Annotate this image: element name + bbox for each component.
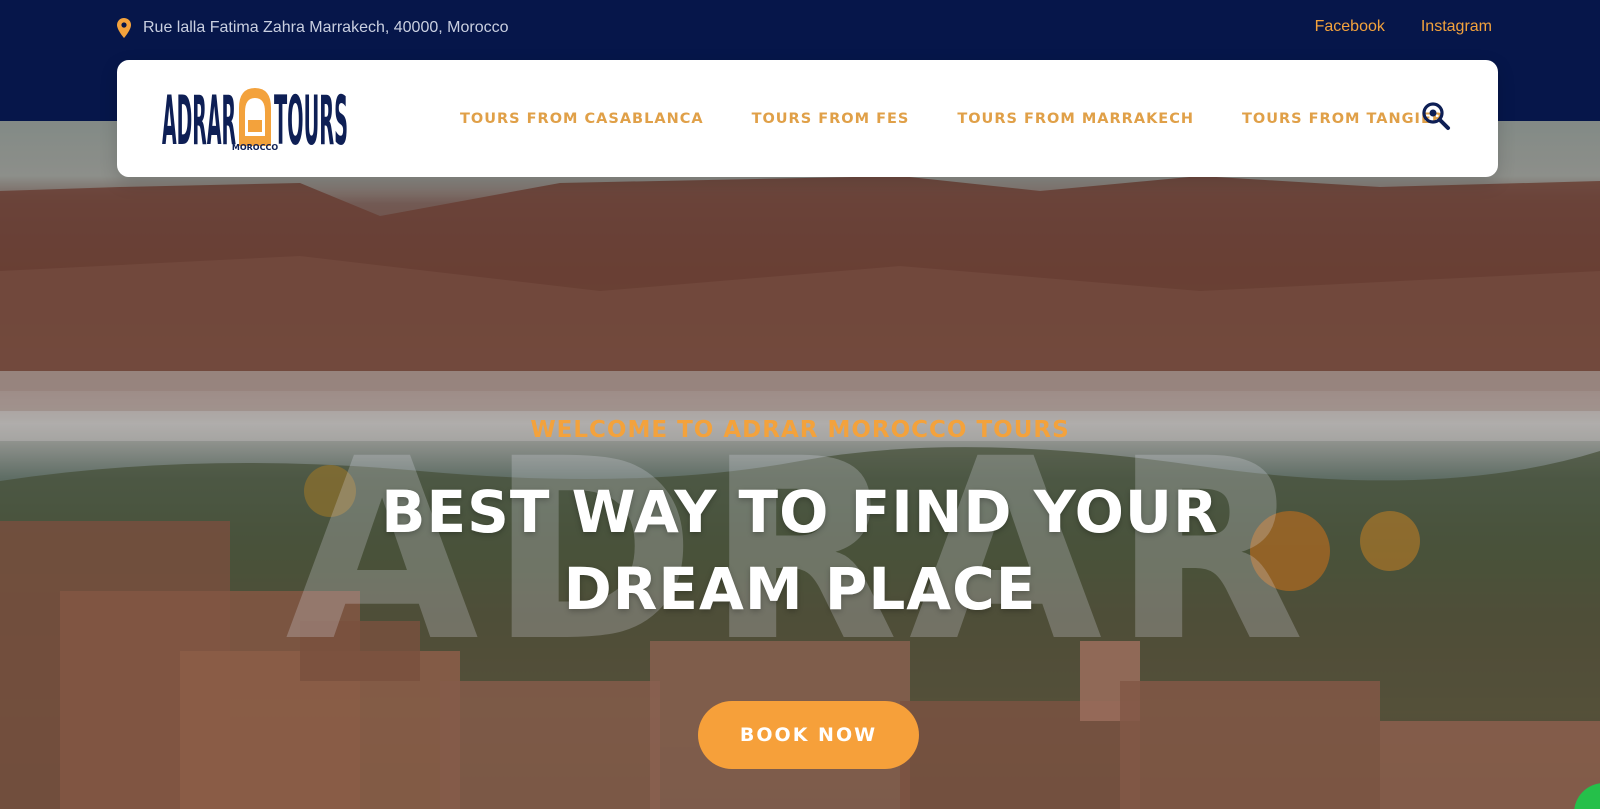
nav-tours-marrakech[interactable]: TOURS FROM MARRAKECH xyxy=(957,111,1194,127)
main-header: ADRAR TOURS MOROCCO TOURS FROM CASABLANC… xyxy=(117,60,1498,177)
hero-title-line-2: DREAM PLACE xyxy=(563,555,1037,623)
nav-tours-casablanca[interactable]: TOURS FROM CASABLANCA xyxy=(460,111,704,127)
site-logo[interactable]: ADRAR TOURS MOROCCO xyxy=(162,84,348,152)
logo-arch-icon xyxy=(239,88,271,146)
address-block: Rue lalla Fatima Zahra Marrakech, 40000,… xyxy=(117,18,509,38)
nav-tours-fes[interactable]: TOURS FROM FES xyxy=(752,111,910,127)
social-links: Facebook Instagram xyxy=(1315,18,1492,36)
nav-tours-tangier[interactable]: TOURS FROM TANGIER xyxy=(1242,111,1444,127)
book-now-button[interactable]: BOOK NOW xyxy=(698,701,919,769)
map-pin-icon xyxy=(117,18,131,38)
hero-title: BEST WAY TO FIND YOUR DREAM PLACE xyxy=(0,474,1600,628)
svg-text:ADRAR: ADRAR xyxy=(162,84,236,152)
main-nav: TOURS FROM CASABLANCA TOURS FROM FES TOU… xyxy=(460,60,1444,177)
hero-section: ADRAR WELCOME TO ADRAR MOROCCO TOURS BES… xyxy=(0,121,1600,809)
hero-title-line-1: BEST WAY TO FIND YOUR xyxy=(381,478,1219,546)
instagram-link[interactable]: Instagram xyxy=(1421,18,1492,36)
svg-text:MOROCCO: MOROCCO xyxy=(232,143,278,152)
hero-subtitle: WELCOME TO ADRAR MOROCCO TOURS xyxy=(530,417,1070,443)
svg-text:TOURS: TOURS xyxy=(274,84,348,152)
address-text: Rue lalla Fatima Zahra Marrakech, 40000,… xyxy=(143,19,509,36)
search-icon xyxy=(1422,102,1450,130)
facebook-link[interactable]: Facebook xyxy=(1315,18,1385,36)
search-button[interactable] xyxy=(1420,100,1452,132)
